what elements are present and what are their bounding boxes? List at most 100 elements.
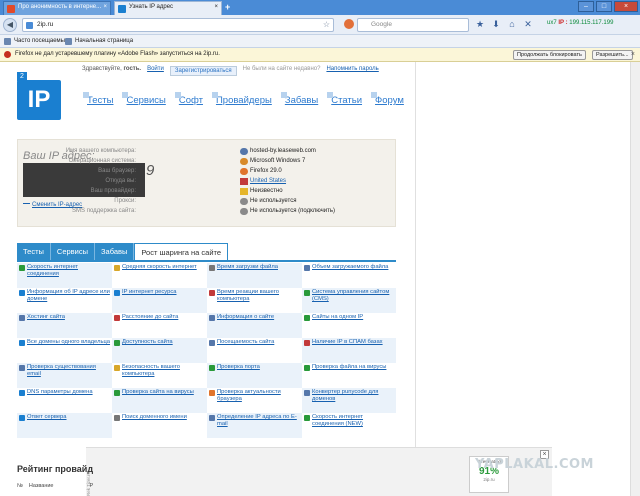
service-label[interactable]: Объем загружаемого файла bbox=[312, 264, 388, 270]
service-link[interactable]: Расстояние до сайта bbox=[112, 313, 207, 338]
bookmarks-icon[interactable]: ★ bbox=[474, 18, 486, 30]
nav-articles[interactable]: Статьи bbox=[327, 92, 363, 106]
service-link[interactable]: Проверка файла на вирусы bbox=[302, 363, 396, 388]
service-label[interactable]: Проверка порта bbox=[217, 364, 260, 370]
close-icon[interactable]: × bbox=[631, 48, 635, 61]
info-value-text[interactable]: Не используется (подключить) bbox=[250, 208, 335, 214]
service-link[interactable]: Ответ сервера bbox=[17, 413, 112, 438]
continue-blocking-button[interactable]: Продолжать блокировать bbox=[513, 50, 586, 60]
service-label[interactable]: Информация о сайте bbox=[217, 314, 274, 320]
nav-software[interactable]: Софт bbox=[174, 92, 203, 106]
bookmark-home-page[interactable]: Начальная страница bbox=[65, 35, 133, 47]
service-label[interactable]: IP интернет ресурса bbox=[122, 289, 176, 295]
address-bar[interactable]: 2ip.ru ☆ bbox=[22, 18, 334, 32]
service-link[interactable]: Скорость интернет соединения bbox=[17, 263, 112, 288]
tab-sharing[interactable]: Рост шаринга на сайте bbox=[134, 243, 229, 261]
service-link[interactable]: Сайты на одном IP bbox=[302, 313, 396, 338]
nav-services[interactable]: Сервисы bbox=[122, 92, 166, 106]
service-label[interactable]: Система управления сайтом (CMS) bbox=[312, 289, 389, 302]
service-label[interactable]: Средняя скорость интернет bbox=[122, 264, 197, 270]
page-scrollbar[interactable] bbox=[630, 62, 640, 496]
service-link[interactable]: Хостинг сайта bbox=[17, 313, 112, 338]
service-label[interactable]: Все домены одного владельца bbox=[27, 339, 110, 345]
close-tab-icon[interactable]: × bbox=[103, 4, 107, 10]
nav-tests[interactable]: Тесты bbox=[83, 92, 113, 106]
search-input[interactable]: Google bbox=[357, 18, 469, 32]
nav-forum[interactable]: Форум bbox=[371, 92, 404, 106]
service-link[interactable]: Определение IP адреса по E-mail bbox=[207, 413, 302, 438]
service-label[interactable]: Время реакции вашего компьютера bbox=[217, 289, 279, 302]
service-link[interactable]: Конвертер punycode для доменов bbox=[302, 388, 396, 413]
service-label[interactable]: DNS параметры домена bbox=[27, 389, 93, 395]
service-label[interactable]: Посещаемость сайта bbox=[217, 339, 274, 345]
nav-label: Статьи bbox=[331, 95, 363, 106]
service-label[interactable]: Ответ сервера bbox=[27, 414, 67, 420]
service-label[interactable]: Безопасность вашего компьютера bbox=[122, 364, 180, 377]
service-label[interactable]: Расстояние до сайта bbox=[122, 314, 178, 320]
new-tab-button[interactable]: + bbox=[225, 2, 230, 12]
service-label[interactable]: Скорость интернет соединения (NEW) bbox=[312, 414, 363, 427]
addon-icon[interactable]: ✕ bbox=[522, 18, 534, 30]
close-window-button[interactable]: × bbox=[614, 1, 638, 12]
service-label[interactable]: Определение IP адреса по E-mail bbox=[217, 414, 297, 427]
service-label[interactable]: Поиск доменного имени bbox=[122, 414, 187, 420]
service-label[interactable]: Сайты на одном IP bbox=[312, 314, 363, 320]
service-label[interactable]: Проверка сайта на вирусы bbox=[122, 389, 194, 395]
service-link[interactable]: DNS параметры домена bbox=[17, 388, 112, 413]
service-label[interactable]: Проверка файла на вирусы bbox=[312, 364, 386, 370]
info-value-text[interactable]: United States bbox=[250, 178, 286, 184]
service-label[interactable]: Проверка актуальности браузера bbox=[217, 389, 281, 402]
close-tab-icon[interactable]: × bbox=[214, 4, 218, 10]
service-label[interactable]: Наличие IP в СПАМ базах bbox=[312, 339, 383, 345]
service-link[interactable]: IP интернет ресурса bbox=[112, 288, 207, 313]
service-label[interactable]: Хостинг сайта bbox=[27, 314, 65, 320]
service-link[interactable]: Доступность сайта bbox=[112, 338, 207, 363]
remind-password-link[interactable]: Напомнить пароль bbox=[326, 66, 378, 76]
service-label[interactable]: Конвертер punycode для доменов bbox=[312, 389, 378, 402]
service-link[interactable]: Все домены одного владельца bbox=[17, 338, 112, 363]
bookmark-star-icon[interactable]: ☆ bbox=[323, 19, 330, 31]
bookmark-most-visited[interactable]: Часто посещаемые bbox=[4, 35, 68, 47]
service-link[interactable]: Наличие IP в СПАМ базах bbox=[302, 338, 396, 363]
service-link[interactable]: Безопасность вашего компьютера bbox=[112, 363, 207, 388]
home-icon[interactable]: ⌂ bbox=[506, 18, 518, 30]
tab-tests[interactable]: Тесты bbox=[17, 243, 51, 261]
info-value: hosted-by.leaseweb.com bbox=[240, 148, 316, 155]
tab-fun[interactable]: Забавы bbox=[95, 243, 135, 261]
service-link[interactable]: Проверка порта bbox=[207, 363, 302, 388]
search-engine-icon[interactable] bbox=[344, 19, 354, 29]
service-link[interactable]: Время реакции вашего компьютера bbox=[207, 288, 302, 313]
downloads-icon[interactable]: ⬇ bbox=[490, 18, 502, 30]
service-label[interactable]: Скорость интернет соединения bbox=[27, 264, 78, 277]
tab-services[interactable]: Сервисы bbox=[50, 243, 95, 261]
tab-ip-address[interactable]: Узнать IP адрес × bbox=[114, 1, 222, 15]
service-link[interactable]: Скорость интернет соединения (NEW) bbox=[302, 413, 396, 438]
nav-fun[interactable]: Забавы bbox=[280, 92, 318, 106]
nav-providers[interactable]: Провайдеры bbox=[211, 92, 272, 106]
service-link[interactable]: Объем загружаемого файла bbox=[302, 263, 396, 288]
service-label[interactable]: Время загрузки файла bbox=[217, 264, 278, 270]
service-label[interactable]: Информация об IP адресе или домене bbox=[27, 289, 110, 302]
site-logo[interactable]: IP bbox=[17, 80, 61, 120]
service-icon bbox=[114, 340, 120, 346]
register-button[interactable]: Зарегистрироваться bbox=[169, 66, 237, 76]
service-link[interactable]: Проверка актуальности браузера bbox=[207, 388, 302, 413]
maximize-button[interactable]: □ bbox=[596, 1, 612, 12]
minimize-button[interactable]: – bbox=[578, 1, 594, 12]
service-link[interactable]: Проверка сайта на вирусы bbox=[112, 388, 207, 413]
tab-anonymity[interactable]: Про анонимность в интерне... × bbox=[3, 1, 111, 15]
service-link[interactable]: Время загрузки файла bbox=[207, 263, 302, 288]
service-label[interactable]: Доступность сайта bbox=[122, 339, 173, 345]
login-link[interactable]: Войти bbox=[147, 66, 164, 76]
allow-button[interactable]: Разрешить... bbox=[592, 50, 633, 60]
service-link[interactable]: Поиск доменного имени bbox=[112, 413, 207, 438]
service-link[interactable]: Информация об IP адресе или домене bbox=[17, 288, 112, 313]
service-link[interactable]: Средняя скорость интернет bbox=[112, 263, 207, 288]
service-label[interactable]: Проверка существования email bbox=[27, 364, 96, 377]
service-link[interactable]: Система управления сайтом (CMS) bbox=[302, 288, 396, 313]
service-link[interactable]: Информация о сайте bbox=[207, 313, 302, 338]
back-button[interactable]: ◀ bbox=[3, 18, 17, 32]
service-link[interactable]: Проверка существования email bbox=[17, 363, 112, 388]
info-value[interactable]: United States bbox=[240, 178, 286, 185]
service-link[interactable]: Посещаемость сайта bbox=[207, 338, 302, 363]
